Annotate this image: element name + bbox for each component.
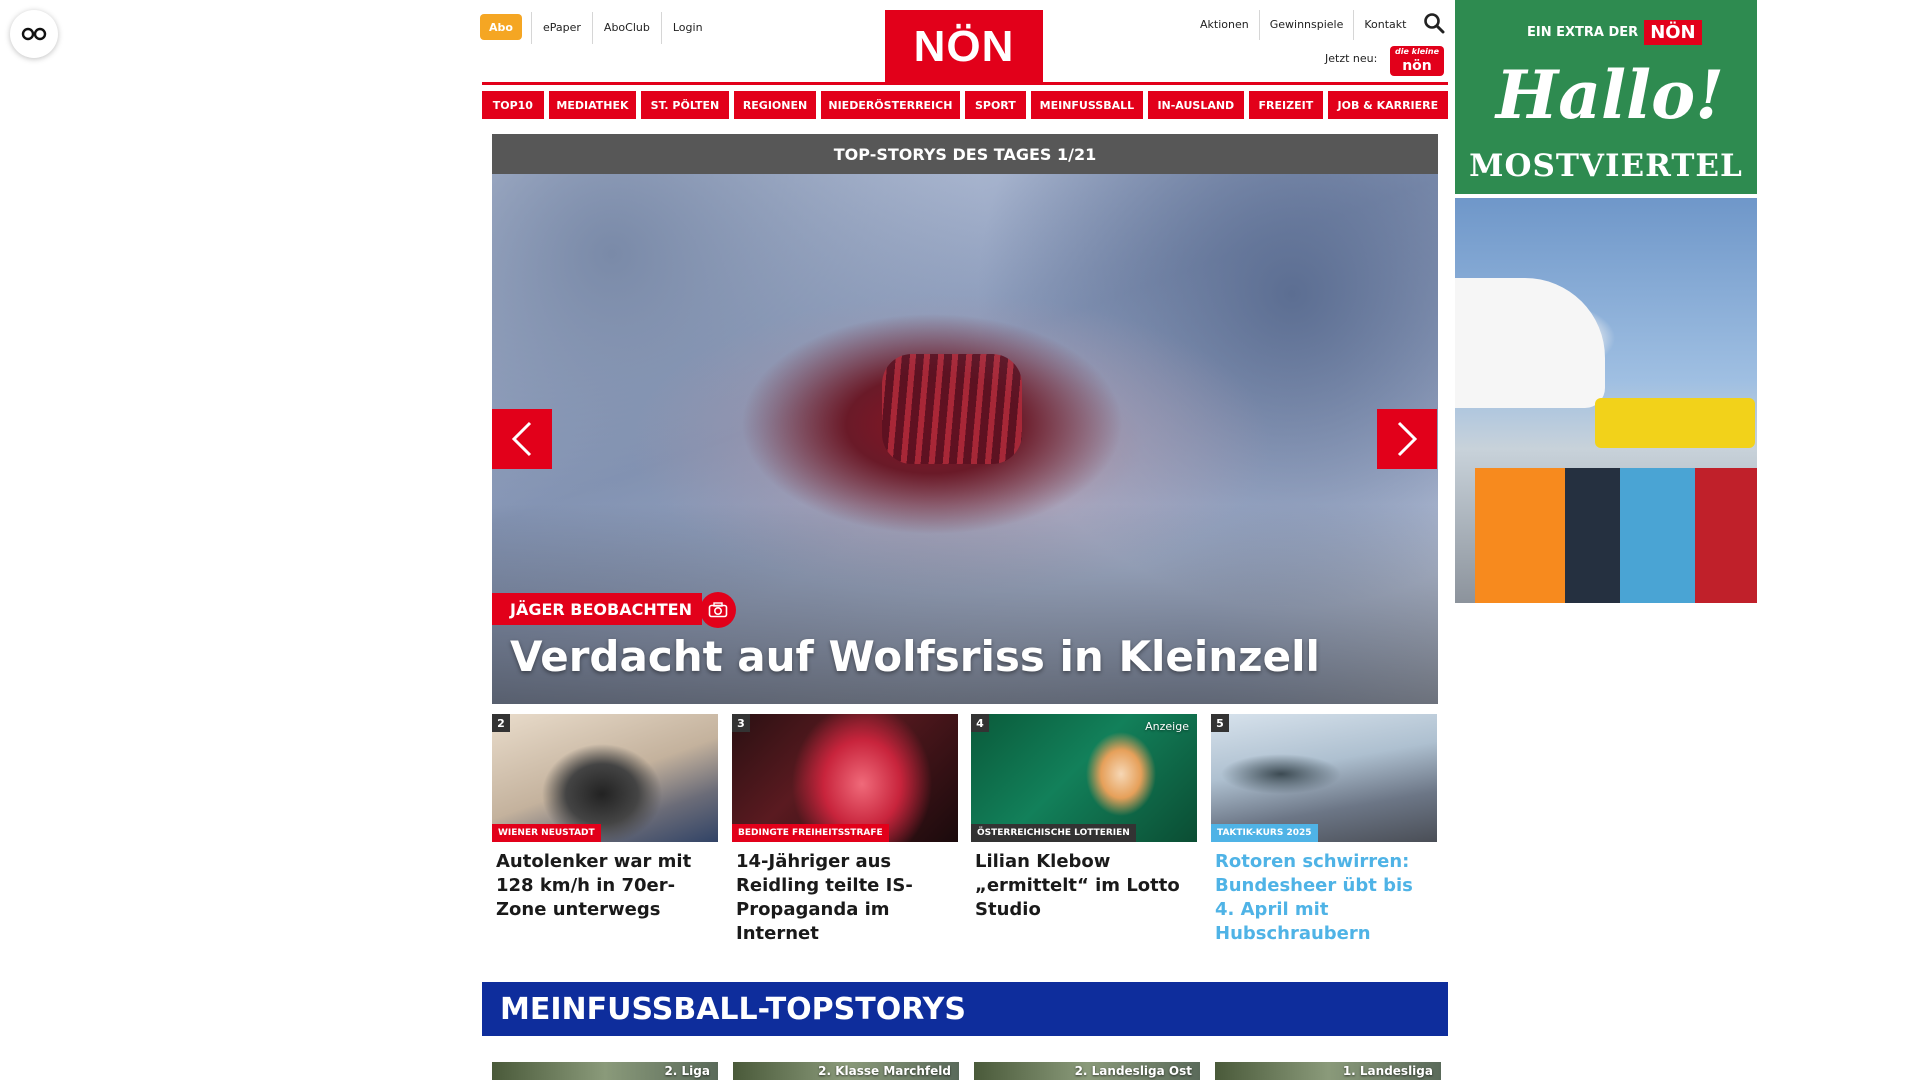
- ad-image[interactable]: [1455, 198, 1757, 603]
- jetzt-neu-label: Jetzt neu:: [1325, 52, 1378, 65]
- football-story-thumb[interactable]: 1. Landesliga: [1215, 1062, 1441, 1080]
- story-title[interactable]: Lilian Klebow „ermittelt“ im Lotto Studi…: [971, 842, 1197, 922]
- story-tag: TAKTIK-KURS 2025: [1211, 824, 1318, 842]
- nav-item-in-ausland[interactable]: IN-AUSLAND: [1147, 91, 1245, 119]
- login-link[interactable]: Login: [660, 12, 714, 44]
- ad-image-plane: [1455, 278, 1605, 408]
- story-image[interactable]: 5 TAKTIK-KURS 2025: [1211, 714, 1437, 842]
- chevron-left-icon: [511, 421, 532, 457]
- kontakt-link[interactable]: Kontakt: [1353, 10, 1416, 40]
- story-card[interactable]: 3 BEDINGTE FREIHEITSSTRAFE 14-Jähriger a…: [732, 714, 958, 946]
- nav-item-top10[interactable]: TOP10: [482, 91, 544, 119]
- story-image[interactable]: 2 WIENER NEUSTADT: [492, 714, 718, 842]
- story-title[interactable]: Autolenker war mit 128 km/h in 70er-Zone…: [492, 842, 718, 922]
- gewinnspiele-link[interactable]: Gewinnspiele: [1258, 10, 1354, 40]
- nav-item-job-karriere[interactable]: JOB & KARRIERE: [1327, 91, 1448, 119]
- story-card[interactable]: 5 TAKTIK-KURS 2025 Rotoren schwirren: Bu…: [1211, 714, 1437, 946]
- ad-extra-text: EIN EXTRA DER: [1527, 25, 1639, 40]
- aboclub-link[interactable]: AboClub: [591, 12, 661, 44]
- story-rank: 3: [732, 714, 750, 732]
- hero-title[interactable]: Verdacht auf Wolfsriss in Kleinzell: [510, 632, 1320, 681]
- search-icon: [1424, 13, 1445, 34]
- football-story-thumb[interactable]: 2. Landesliga Ost: [974, 1062, 1200, 1080]
- kleine-noen-logo-top: die kleine: [1394, 47, 1440, 56]
- epaper-link[interactable]: ePaper: [531, 12, 592, 44]
- main-nav: TOP10 MEDIATHEK ST. PÖLTEN REGIONEN NIED…: [482, 91, 1448, 119]
- accessibility-toggle[interactable]: [10, 10, 58, 58]
- nav-item-niederoesterreich[interactable]: NIEDERÖSTERREICH: [821, 91, 960, 119]
- kleine-noen-logo-text: nön: [1402, 58, 1432, 74]
- story-title[interactable]: 14-Jähriger aus Reidling teilte IS-Propa…: [732, 842, 958, 946]
- chevron-right-icon: [1397, 421, 1418, 457]
- gallery-badge: [700, 592, 736, 628]
- story-tag: WIENER NEUSTADT: [492, 824, 601, 842]
- story-rank: 5: [1211, 714, 1229, 732]
- hero-image-detail: [882, 354, 1022, 464]
- story-card[interactable]: 2 WIENER NEUSTADT Autolenker war mit 128…: [492, 714, 718, 922]
- camera-icon: [708, 602, 728, 618]
- service-links: Aktionen Gewinnspiele Kontakt: [1190, 10, 1416, 40]
- abo-button[interactable]: Abo: [480, 14, 522, 40]
- aktionen-link[interactable]: Aktionen: [1190, 10, 1259, 40]
- story-tag: ÖSTERREICHISCHE LOTTERIEN: [971, 824, 1136, 842]
- story-rank: 4: [971, 714, 989, 732]
- nav-item-st-poelten[interactable]: ST. PÖLTEN: [641, 91, 729, 119]
- ad-banner[interactable]: EIN EXTRA DER NÖN Hallo! MOSTVIERTEL: [1455, 0, 1757, 194]
- top-links: ePaper AboClub Login: [531, 12, 714, 44]
- story-rank: 2: [492, 714, 510, 732]
- hero-kicker: JÄGER BEOBACHTEN: [492, 593, 702, 625]
- story-title[interactable]: Rotoren schwirren: Bundesheer übt bis 4.…: [1211, 842, 1437, 946]
- ad-noen-logo: NÖN: [1644, 20, 1702, 45]
- nav-item-sport[interactable]: SPORT: [964, 91, 1027, 119]
- story-image[interactable]: 4 Anzeige ÖSTERREICHISCHE LOTTERIEN: [971, 714, 1197, 842]
- ad-image-vehicle: [1595, 398, 1755, 448]
- header-divider: [482, 82, 1448, 85]
- carousel-next-button[interactable]: [1377, 409, 1437, 469]
- league-label: 2. Liga: [664, 1064, 710, 1078]
- football-story-thumb[interactable]: 2. Klasse Marchfeld: [733, 1062, 959, 1080]
- ad-headline: Hallo!: [1495, 56, 1725, 134]
- league-label: 2. Klasse Marchfeld: [818, 1064, 951, 1078]
- nav-item-freizeit[interactable]: FREIZEIT: [1249, 91, 1323, 119]
- ad-region: MOSTVIERTEL: [1469, 148, 1743, 184]
- top-stories-heading: TOP-STORYS DES TAGES 1/21: [492, 134, 1438, 174]
- story-card[interactable]: 4 Anzeige ÖSTERREICHISCHE LOTTERIEN Lili…: [971, 714, 1197, 922]
- kleine-noen-logo[interactable]: die kleine nön: [1390, 46, 1444, 76]
- carousel-prev-button[interactable]: [492, 409, 552, 469]
- football-story-thumb[interactable]: 2. Liga: [492, 1062, 718, 1080]
- nav-item-meinfussball[interactable]: MEINFUSSBALL: [1031, 91, 1143, 119]
- league-label: 1. Landesliga: [1342, 1064, 1433, 1078]
- search-button[interactable]: [1423, 12, 1447, 36]
- ad-extra-line: EIN EXTRA DER NÖN: [1527, 20, 1702, 45]
- meinfussball-heading[interactable]: MEINFUSSBALL-TOPSTORYS: [482, 982, 1448, 1036]
- nav-item-regionen[interactable]: REGIONEN: [733, 91, 817, 119]
- ad-label: Anzeige: [1145, 720, 1189, 733]
- site-logo[interactable]: NÖN: [885, 10, 1043, 84]
- nav-item-mediathek[interactable]: MEDIATHEK: [548, 91, 637, 119]
- story-tag: BEDINGTE FREIHEITSSTRAFE: [732, 824, 889, 842]
- story-image[interactable]: 3 BEDINGTE FREIHEITSSTRAFE: [732, 714, 958, 842]
- league-label: 2. Landesliga Ost: [1074, 1064, 1192, 1078]
- glasses-icon: [21, 27, 47, 41]
